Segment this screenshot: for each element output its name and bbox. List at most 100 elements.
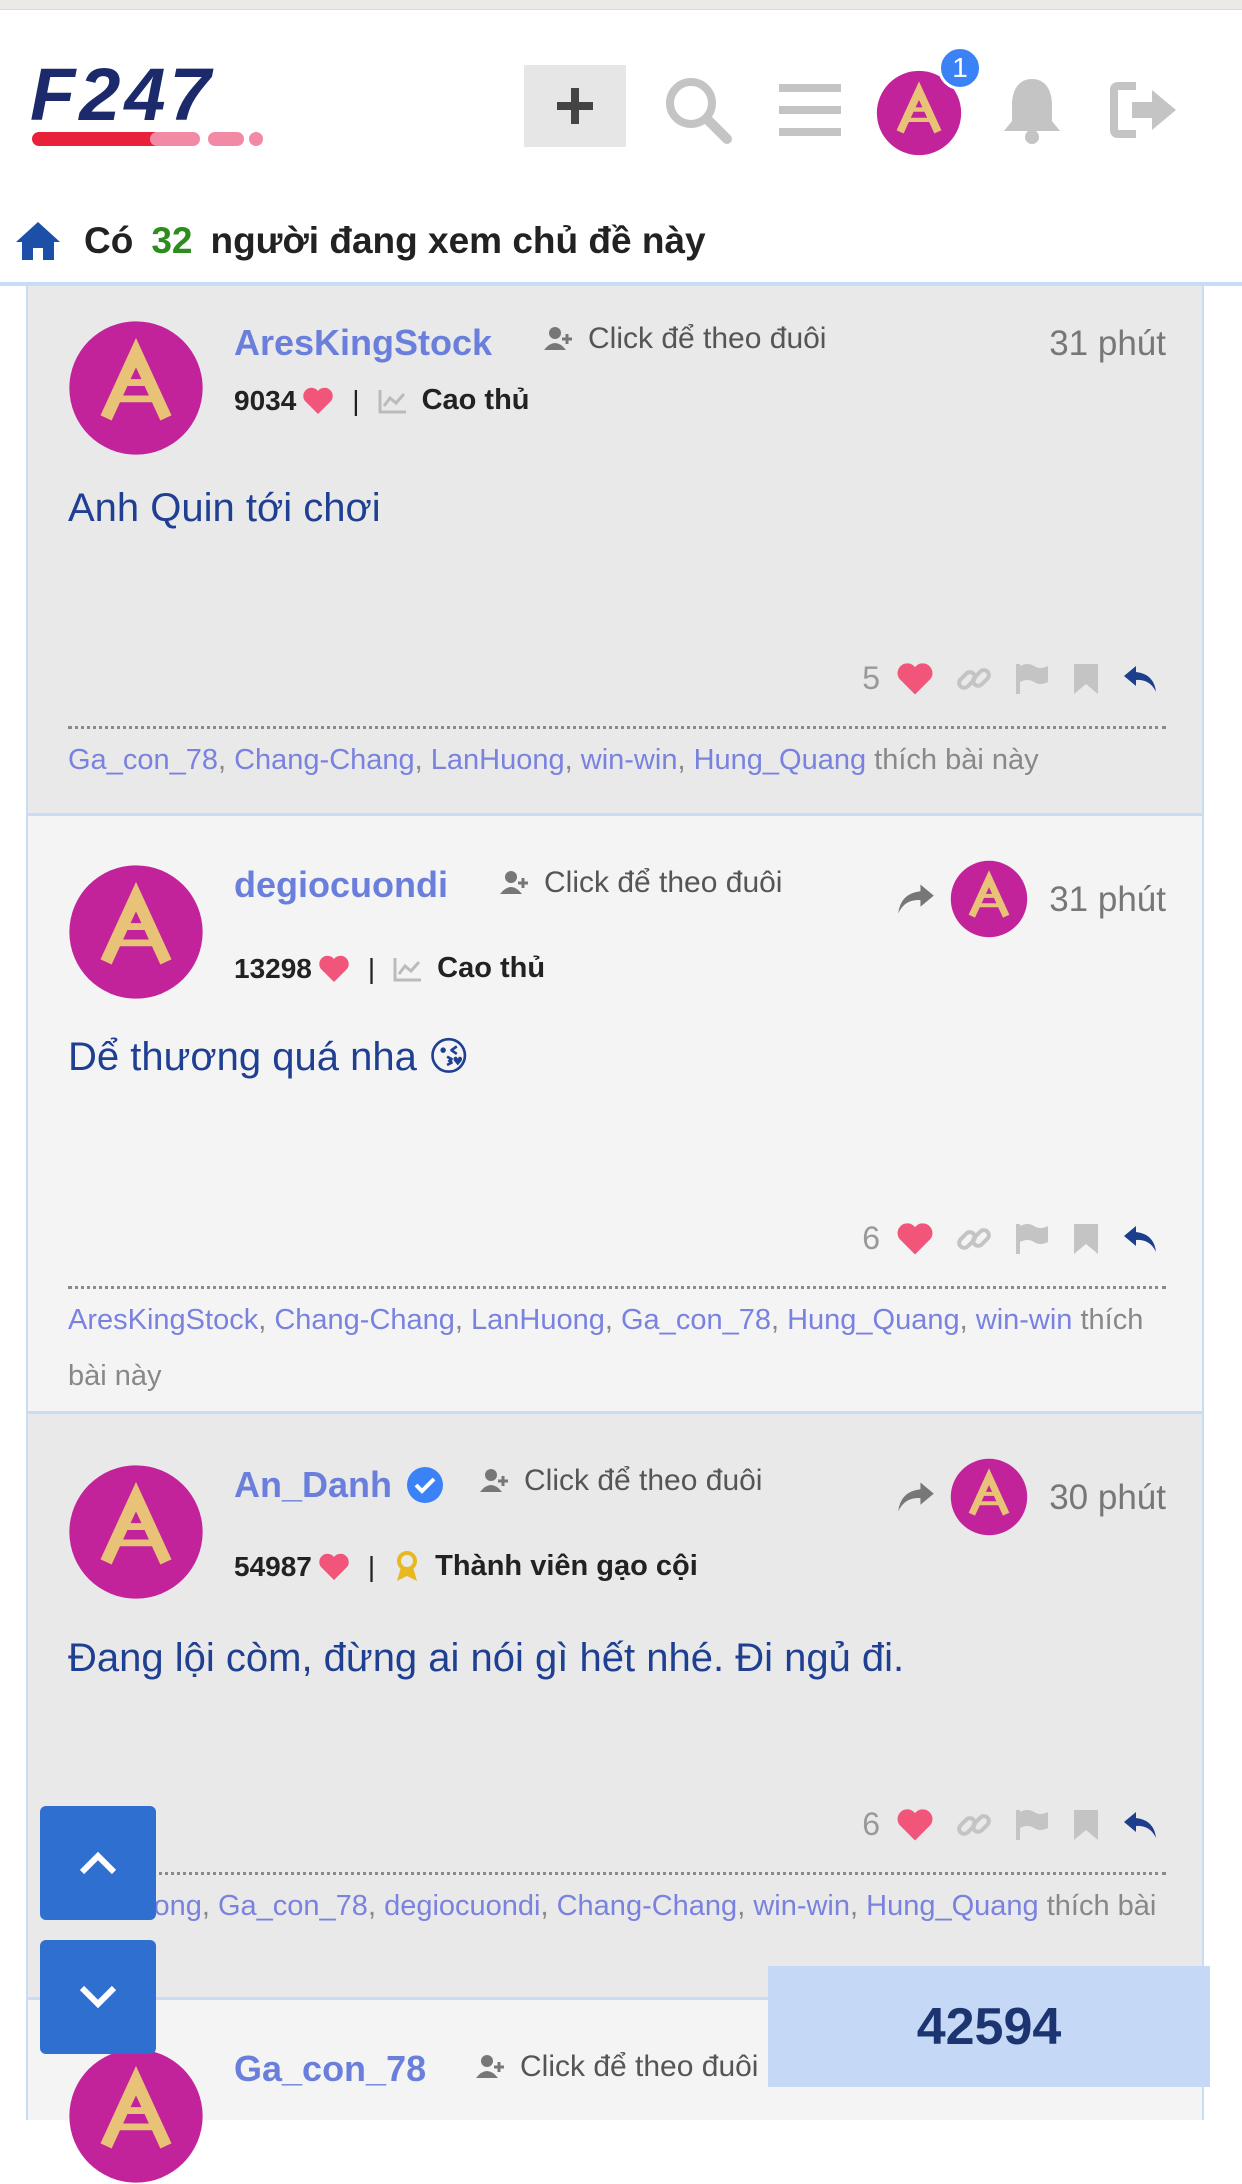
notifications-button[interactable] (992, 70, 1072, 150)
likes-total: 13298 (234, 952, 312, 984)
post-time[interactable]: 31 phút (1049, 324, 1166, 364)
liker-link[interactable]: LanHuong (471, 1304, 605, 1336)
scroll-up-button[interactable] (40, 1806, 156, 1920)
reply-icon (1124, 1225, 1156, 1252)
heart-icon (319, 955, 349, 982)
post: An_Danh Click để theo đuôi 30 phút 54987… (26, 1414, 1204, 2000)
chevron-down-icon (79, 1985, 117, 2009)
reply-button[interactable] (1122, 664, 1158, 694)
liker-link[interactable]: Chang-Chang (274, 1304, 455, 1336)
liker-link[interactable]: win-win (753, 1890, 850, 1922)
hamburger-menu-button[interactable] (770, 70, 850, 150)
liker-link[interactable]: LanHuong (431, 744, 565, 776)
post-divider (68, 726, 1166, 729)
heart-icon (319, 1553, 349, 1580)
heart-icon (303, 387, 333, 414)
chevron-up-icon (79, 1851, 117, 1875)
liker-link[interactable]: Chang-Chang (557, 1890, 738, 1922)
post-time[interactable]: 30 phút (1049, 1478, 1166, 1518)
flag-button[interactable] (1014, 662, 1050, 696)
liker-link[interactable]: win-win (581, 744, 678, 776)
post-counter[interactable]: 42594 (768, 1966, 1210, 2087)
svg-text:F247: F247 (30, 62, 215, 136)
award-icon (397, 1550, 418, 1581)
notification-badge: 1 (938, 46, 982, 90)
search-icon (666, 78, 732, 144)
heart-icon[interactable] (896, 1222, 934, 1256)
bookmark-button[interactable] (1072, 1808, 1100, 1842)
flag-button[interactable] (1014, 1222, 1050, 1256)
scroll-down-button[interactable] (40, 1940, 156, 2054)
post: AresKingStock Click để theo đuôi 31 phút… (26, 286, 1204, 816)
bookmark-button[interactable] (1072, 662, 1100, 696)
post-content: Anh Quin tới chơi (68, 486, 381, 530)
viewers-text: Có 32 người đang xem chủ đề này (84, 220, 706, 261)
heart-icon[interactable] (896, 1808, 934, 1842)
reply-button[interactable] (1122, 1810, 1158, 1840)
link-icon (957, 667, 991, 690)
liker-link[interactable]: Chang-Chang (234, 744, 415, 776)
topic-viewers-bar: Có 32 người đang xem chủ đề này (0, 200, 1242, 286)
post-actions: 6 (862, 1220, 1158, 1257)
like-count[interactable]: 6 (862, 1806, 880, 1843)
user-rank: Thành viên gạo cội (435, 1550, 698, 1582)
reply-to-indicator[interactable] (896, 860, 1028, 938)
copy-link-button[interactable] (956, 1221, 992, 1257)
liker-link[interactable]: Hung_Quang (694, 744, 867, 776)
post-divider (68, 1872, 1166, 1875)
flag-icon (1016, 1809, 1048, 1840)
liker-link[interactable]: AresKingStock (68, 1304, 258, 1336)
user-plus-icon (480, 1469, 508, 1492)
post-likers: Ga_con_78, Chang-Chang, LanHuong, win-wi… (68, 744, 1039, 776)
user-stats: 54987 | Thành viên gạo cội (234, 1550, 698, 1582)
browser-top-strip (0, 0, 1242, 10)
user-stats: 13298 | Cao thủ (234, 952, 546, 984)
follow-button[interactable]: Click để theo đuôi (544, 322, 826, 356)
reply-icon (1124, 1811, 1156, 1838)
logout-button[interactable] (1100, 70, 1190, 150)
liker-link[interactable]: win-win (976, 1304, 1073, 1336)
flag-icon (1016, 1223, 1048, 1254)
likes-total: 54987 (234, 1550, 312, 1582)
liker-link[interactable]: Ga_con_78 (218, 1890, 368, 1922)
liker-link[interactable]: degiocuondi (384, 1890, 540, 1922)
reply-to-indicator[interactable] (896, 1458, 1028, 1536)
like-count[interactable]: 5 (862, 660, 880, 697)
post-username[interactable]: Ga_con_78 (234, 2048, 426, 2090)
reply-icon (1124, 665, 1156, 692)
avatar[interactable] (68, 2048, 204, 2184)
bookmark-icon (1074, 1809, 1098, 1840)
heart-icon[interactable] (896, 662, 934, 696)
avatar (950, 860, 1028, 938)
search-button[interactable] (658, 70, 738, 150)
reply-button[interactable] (1122, 1224, 1158, 1254)
liker-link[interactable]: Ga_con_78 (621, 1304, 771, 1336)
copy-link-button[interactable] (956, 1807, 992, 1843)
create-topic-button[interactable] (524, 65, 626, 147)
copy-link-button[interactable] (956, 661, 992, 697)
follow-button[interactable]: Click để theo đuôi (476, 2050, 758, 2084)
post-username[interactable]: An_Danh (234, 1464, 444, 1506)
liker-link[interactable]: Hung_Quang (787, 1304, 960, 1336)
flag-button[interactable] (1014, 1808, 1050, 1842)
liker-link[interactable]: Hung_Quang (866, 1890, 1039, 1922)
post-divider (68, 1286, 1166, 1289)
liker-link[interactable]: Ga_con_78 (68, 744, 218, 776)
avatar[interactable] (68, 320, 204, 456)
site-logo[interactable]: F247 (30, 53, 330, 157)
bookmark-button[interactable] (1072, 1222, 1100, 1256)
link-icon (957, 1227, 991, 1250)
follow-button[interactable]: Click để theo đuôi (500, 866, 782, 900)
user-rank: Cao thủ (421, 384, 530, 416)
avatar[interactable] (68, 864, 204, 1000)
post-username[interactable]: degiocuondi (234, 864, 448, 906)
user-plus-icon (544, 327, 572, 350)
follow-button[interactable]: Click để theo đuôi (480, 1464, 762, 1498)
avatar[interactable] (68, 1464, 204, 1600)
avatar (950, 1458, 1028, 1536)
user-stats: 9034 | Cao thủ (234, 384, 530, 416)
post-time[interactable]: 31 phút (1049, 880, 1166, 920)
home-icon[interactable] (14, 220, 62, 262)
like-count[interactable]: 6 (862, 1220, 880, 1257)
post-username[interactable]: AresKingStock (234, 322, 492, 364)
